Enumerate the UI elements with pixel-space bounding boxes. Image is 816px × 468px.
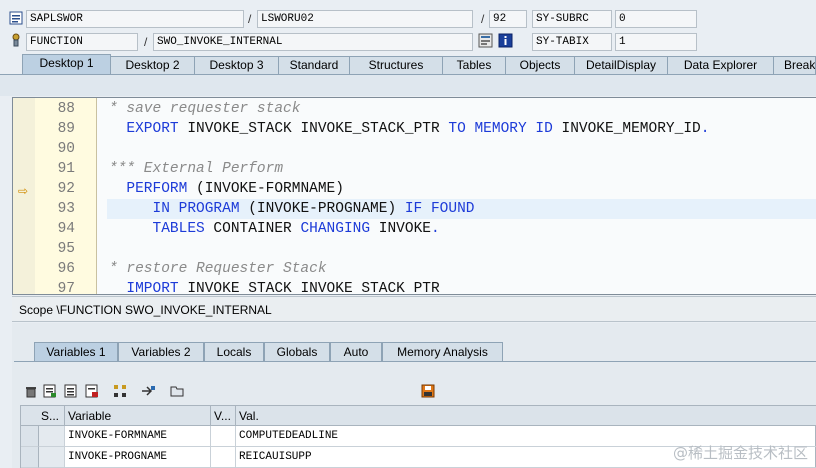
code-line[interactable]: 90 [13, 139, 816, 159]
delete-icon[interactable] [24, 384, 40, 400]
code-line[interactable]: 91 *** External Perform [13, 159, 816, 179]
tab-tables[interactable]: Tables [442, 56, 506, 74]
watermark: @稀土掘金技术社区 [672, 444, 808, 462]
column-header-value[interactable]: Val. [236, 406, 816, 426]
code-line[interactable]: 95 [13, 239, 816, 259]
column-header-variable[interactable]: Variable [65, 406, 211, 426]
line-number: 97 [57, 281, 75, 295]
line-number: 94 [57, 221, 75, 237]
tab-variables-1[interactable]: Variables 1 [34, 342, 118, 361]
code-text: * restore Requester Stack [109, 261, 327, 277]
line-number: 93 [57, 201, 75, 217]
separator: / [144, 35, 148, 49]
line-field[interactable]: 92 [489, 10, 527, 28]
desktop-tabstrip: Desktop 1 Desktop 2 Desktop 3 Standard S… [0, 54, 816, 74]
line-number: 91 [57, 161, 75, 177]
save-icon[interactable] [421, 384, 437, 400]
navigate-icon[interactable] [140, 384, 156, 400]
table-row-variable[interactable]: INVOKE-FORMNAME [65, 426, 211, 447]
scope-bar: Scope \FUNCTION SWO_INVOKE_INTERNAL [12, 296, 816, 322]
hierarchy-icon[interactable] [113, 384, 129, 400]
subrc-value[interactable]: 0 [615, 10, 697, 28]
tabix-value[interactable]: 1 [615, 33, 697, 51]
tab-auto[interactable]: Auto [330, 342, 382, 361]
variables-tab-baseline [14, 361, 816, 362]
row-selector[interactable] [21, 426, 39, 447]
table-row-variable[interactable]: INVOKE-PROGNAME [65, 447, 211, 468]
tab-globals[interactable]: Globals [264, 342, 330, 361]
code-line[interactable]: 97 IMPORT INVOKE STACK INVOKE STACK PTR [13, 279, 816, 295]
code-editor[interactable]: ⇨ 88 * save requester stack 89 EXPORT INVO… [12, 97, 816, 295]
line-number: 95 [57, 241, 75, 257]
tab-locals[interactable]: Locals [204, 342, 264, 361]
separator: / [248, 12, 252, 26]
tab-variables-2[interactable]: Variables 2 [118, 342, 204, 361]
insert-row-icon[interactable] [43, 384, 59, 400]
tab-detail-display[interactable]: DetailDisplay [574, 56, 668, 74]
line-number: 90 [57, 141, 75, 157]
desktop-toolbar [0, 74, 816, 96]
list-icon[interactable] [64, 384, 80, 400]
table-row-v [211, 447, 236, 468]
separator: / [481, 12, 485, 26]
display-icon[interactable] [478, 33, 494, 49]
column-header-s[interactable]: S... [21, 406, 65, 426]
row-selector[interactable] [21, 447, 39, 468]
code-line[interactable]: 93 IN PROGRAM (INVOKE-PROGNAME) IF FOUND [13, 199, 816, 219]
tab-data-explorer[interactable]: Data Explorer [667, 56, 774, 74]
code-text: *** External Perform [109, 161, 284, 177]
code-text: PERFORM (INVOKE-FORMNAME) [109, 181, 344, 197]
folder-icon[interactable] [170, 384, 186, 400]
subrc-label: SY-SUBRC [532, 10, 612, 28]
line-number: 96 [57, 261, 75, 277]
function-name-field[interactable]: SWO_INVOKE_INTERNAL [153, 33, 473, 51]
program-icon [9, 11, 25, 27]
type-field[interactable]: FUNCTION [26, 33, 138, 51]
tab-objects[interactable]: Objects [505, 56, 575, 74]
code-line[interactable]: 92 PERFORM (INVOKE-FORMNAME) [13, 179, 816, 199]
code-text: IN PROGRAM (INVOKE-PROGNAME) IF FOUND [109, 201, 475, 217]
line-number: 92 [57, 181, 75, 197]
function-icon [9, 33, 25, 49]
tab-desktop-2[interactable]: Desktop 2 [110, 56, 195, 74]
code-line[interactable]: 94 TABLES CONTAINER CHANGING INVOKE. [13, 219, 816, 239]
code-text: IMPORT INVOKE STACK INVOKE STACK PTR [109, 281, 440, 295]
program-field[interactable]: SAPLSWOR [26, 10, 244, 28]
code-text: EXPORT INVOKE_STACK INVOKE_STACK_PTR TO … [109, 121, 710, 137]
code-line[interactable]: 88 * save requester stack [13, 99, 816, 119]
line-number: 89 [57, 121, 75, 137]
table-row-status [39, 447, 65, 468]
tab-structures[interactable]: Structures [349, 56, 443, 74]
include-field[interactable]: LSWORU02 [257, 10, 473, 28]
table-row-status [39, 426, 65, 447]
table-row-v [211, 426, 236, 447]
column-header-v[interactable]: V... [211, 406, 236, 426]
line-number: 88 [57, 101, 75, 117]
tab-desktop-1[interactable]: Desktop 1 [22, 54, 111, 74]
tab-standard[interactable]: Standard [278, 56, 350, 74]
code-text: * save requester stack [109, 101, 301, 117]
tab-memory-analysis[interactable]: Memory Analysis [382, 342, 503, 361]
code-text: TABLES CONTAINER CHANGING INVOKE. [109, 221, 440, 237]
info-icon[interactable] [498, 33, 514, 49]
tab-desktop-3[interactable]: Desktop 3 [194, 56, 279, 74]
tabix-label: SY-TABIX [532, 33, 612, 51]
code-line[interactable]: 96 * restore Requester Stack [13, 259, 816, 279]
remove-row-icon[interactable] [85, 384, 101, 400]
code-line[interactable]: 89 EXPORT INVOKE_STACK INVOKE_STACK_PTR … [13, 119, 816, 139]
tab-break[interactable]: Break [773, 56, 816, 74]
